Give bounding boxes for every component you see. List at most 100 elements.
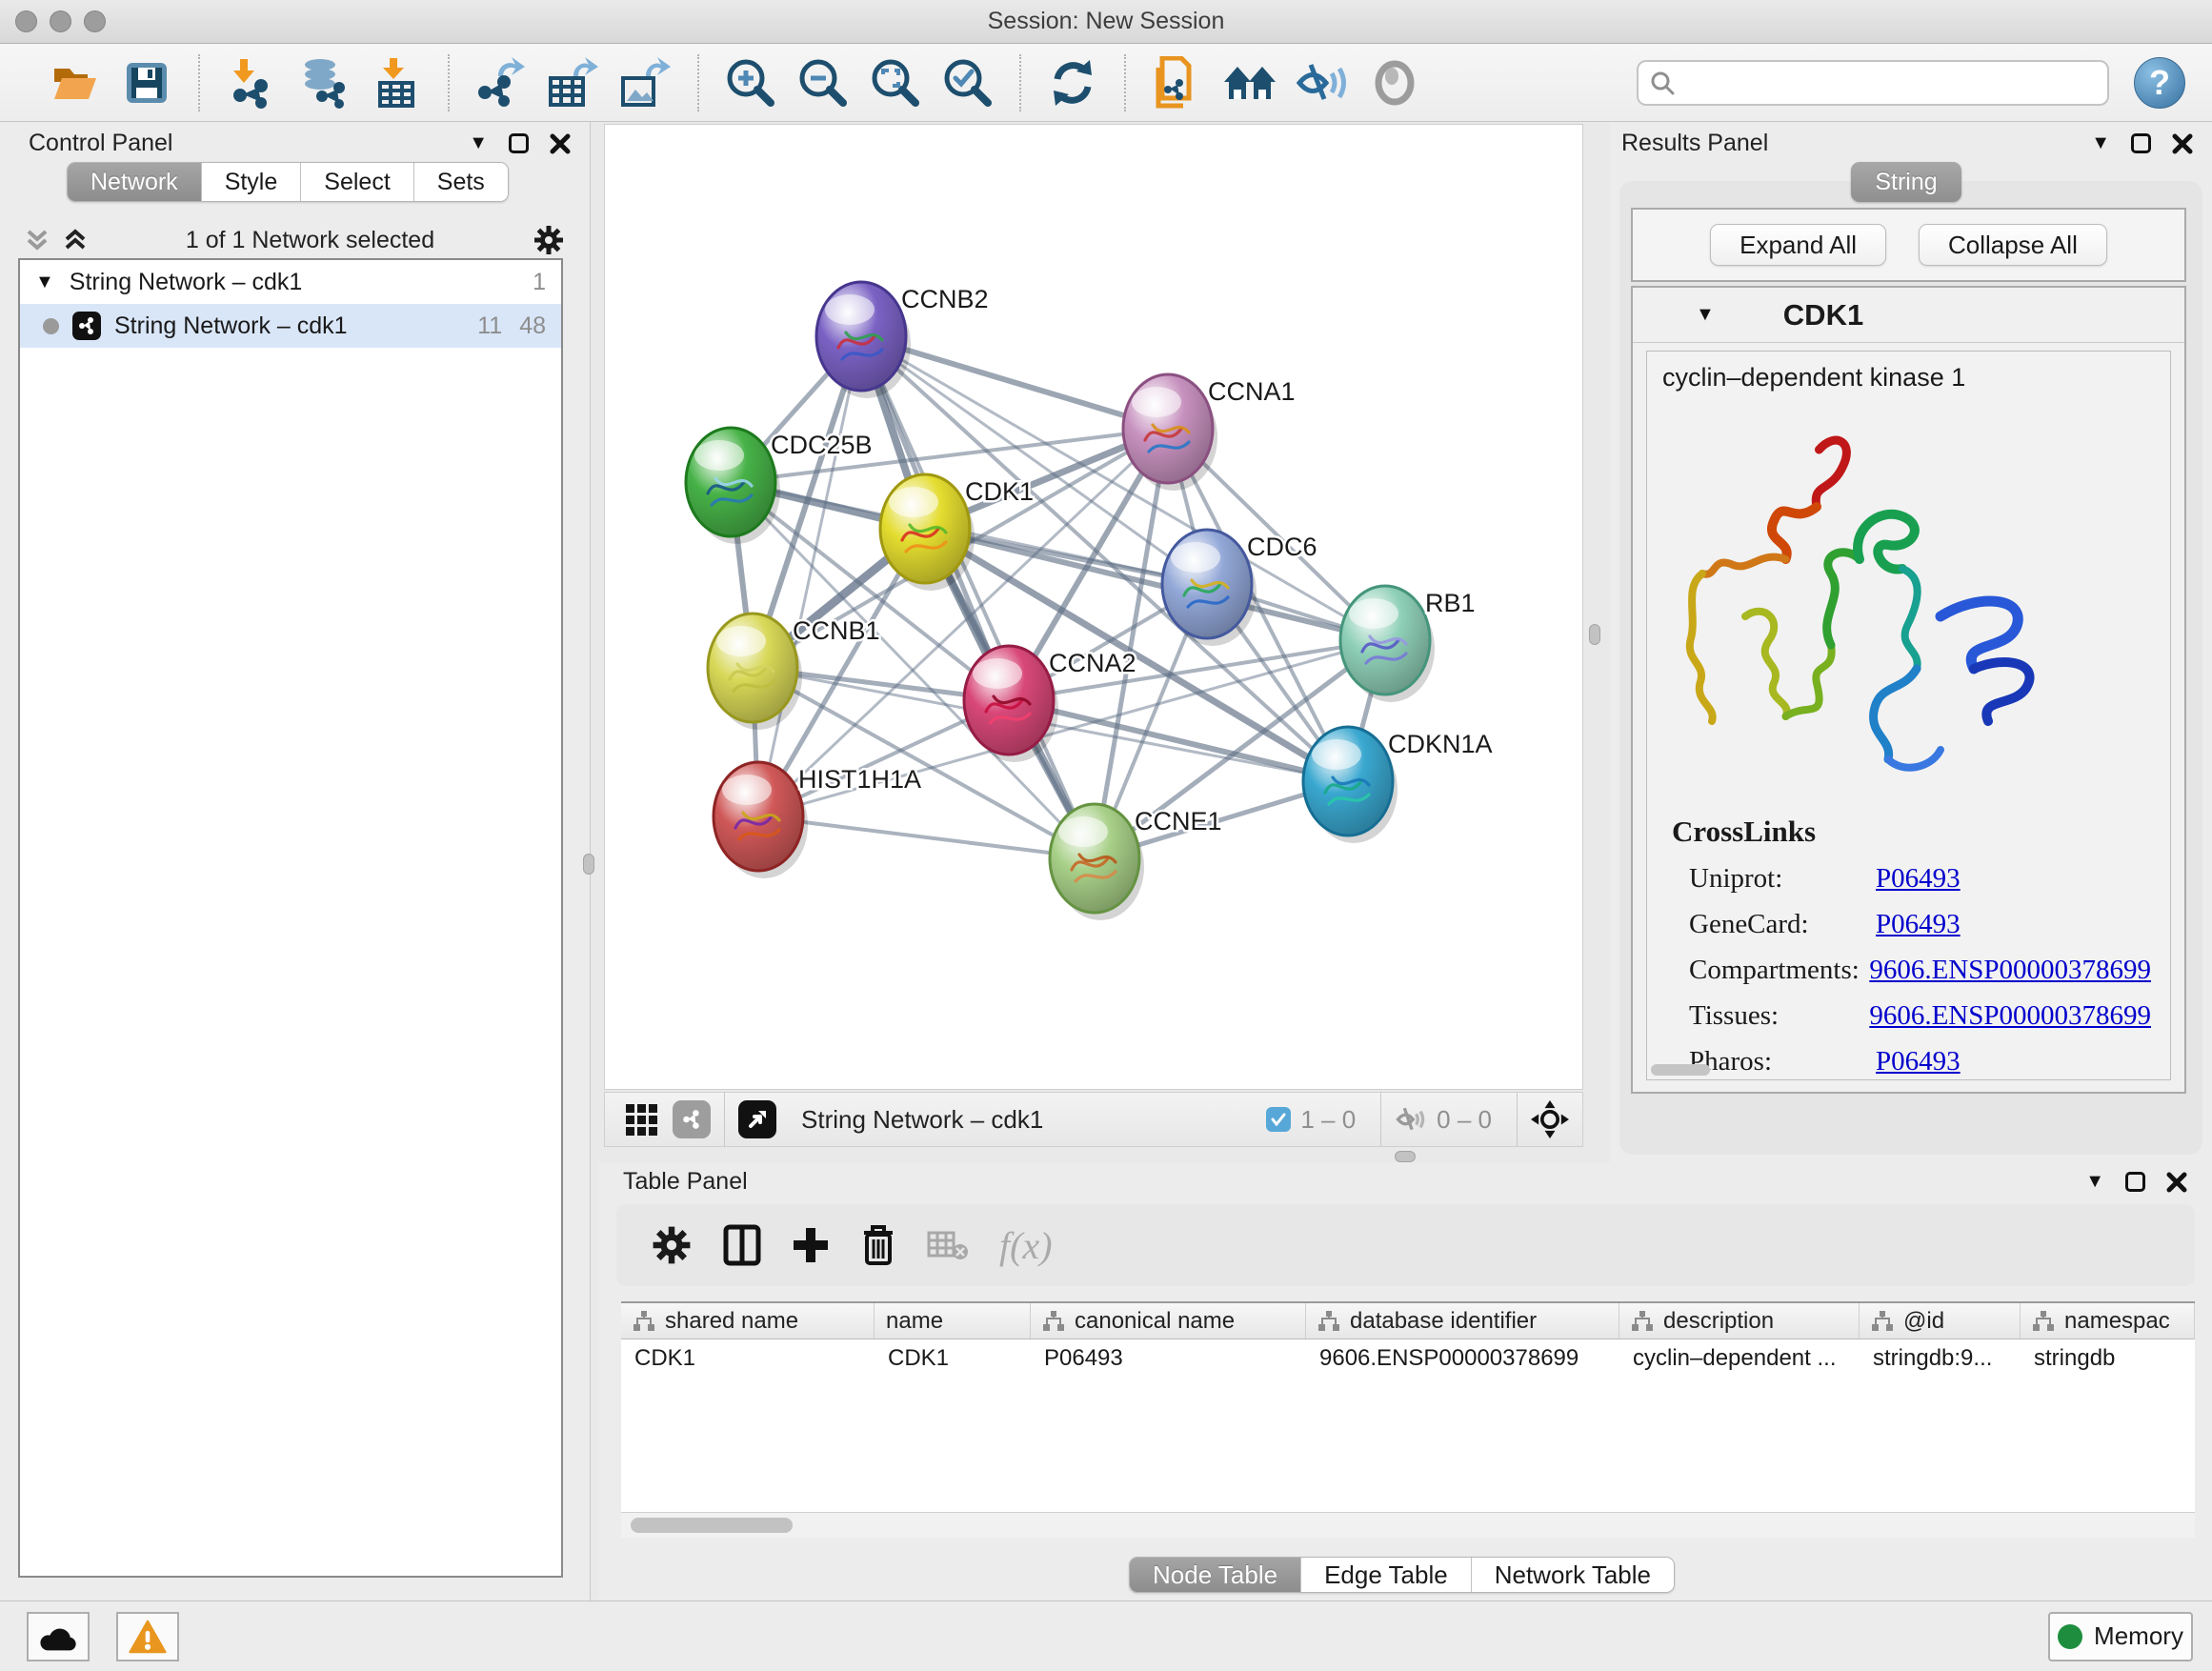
table-cell[interactable]: cyclin–dependent ... — [1619, 1345, 1860, 1372]
import-table-from-file-button[interactable] — [367, 53, 426, 112]
node-CCNA1[interactable]: CCNA1 — [1123, 374, 1296, 491]
collapse-panel-icon[interactable]: ▼ — [2091, 132, 2110, 154]
warnings-button[interactable] — [116, 1612, 179, 1661]
fit-content-button[interactable] — [866, 53, 925, 112]
add-column-icon[interactable] — [723, 1224, 761, 1266]
left-splitter-handle[interactable] — [583, 854, 594, 875]
refresh-view-button[interactable] — [1043, 53, 1102, 112]
node-CCNA2[interactable]: CCNA2 — [964, 646, 1136, 762]
zoom-out-button[interactable] — [794, 53, 853, 112]
column-header-shared-name[interactable]: shared name — [621, 1303, 875, 1339]
tab-select[interactable]: Select — [301, 163, 413, 201]
tab-string[interactable]: String — [1851, 162, 1961, 202]
export-network-button[interactable] — [472, 53, 531, 112]
node-RB1[interactable]: RB1 — [1340, 586, 1476, 702]
minimize-window-button[interactable] — [50, 10, 71, 32]
table-cell[interactable]: P06493 — [1031, 1345, 1306, 1372]
add-row-icon[interactable] — [792, 1224, 830, 1266]
tab-network[interactable]: Network — [68, 163, 202, 201]
delete-trash-icon[interactable] — [860, 1223, 896, 1267]
expand-all-button[interactable]: Expand All — [1710, 224, 1886, 266]
float-panel-icon[interactable] — [2125, 1172, 2145, 1192]
table-cell[interactable]: stringdb — [2021, 1345, 2195, 1372]
collapse-panel-icon[interactable]: ▼ — [469, 132, 488, 154]
close-window-button[interactable] — [15, 10, 37, 32]
open-session-button[interactable] — [45, 53, 104, 112]
table-cell[interactable]: CDK1 — [621, 1345, 875, 1372]
table-settings-gear-icon[interactable] — [651, 1224, 693, 1266]
column-header-name[interactable]: name — [875, 1303, 1031, 1339]
expand-all-tree-icon[interactable] — [25, 228, 50, 252]
edge-HIST1H1A-CCNE1[interactable] — [758, 816, 1095, 858]
selected-nodes-checkbox[interactable] — [1266, 1107, 1291, 1132]
collapse-all-button[interactable]: Collapse All — [1919, 224, 2107, 266]
tab-node-table[interactable]: Node Table — [1130, 1558, 1301, 1592]
zoom-window-button[interactable] — [84, 10, 106, 32]
fit-selected-crosshair-icon[interactable] — [1531, 1100, 1569, 1138]
tab-edge-table[interactable]: Edge Table — [1301, 1558, 1472, 1592]
horizontal-splitter-handle[interactable] — [1395, 1151, 1416, 1162]
zoom-selected-button[interactable] — [938, 53, 997, 112]
tab-sets[interactable]: Sets — [414, 163, 508, 201]
node-CCNE1[interactable]: CCNE1 — [1050, 804, 1222, 920]
table-cell[interactable]: CDK1 — [875, 1345, 1031, 1372]
column-header-description[interactable]: description — [1619, 1303, 1860, 1339]
table-horizontal-scrollbar[interactable] — [621, 1513, 2195, 1538]
collection-expander-icon[interactable]: ▼ — [35, 272, 54, 293]
gene-scrollbar-thumb[interactable] — [1651, 1064, 1710, 1076]
tab-style[interactable]: Style — [202, 163, 302, 201]
zoom-in-button[interactable] — [721, 53, 780, 112]
collapse-panel-icon[interactable]: ▼ — [2085, 1171, 2104, 1193]
memory-button[interactable]: Memory — [2048, 1612, 2193, 1661]
column-header-namespac[interactable]: namespac — [2021, 1303, 2195, 1339]
close-panel-icon[interactable] — [550, 133, 571, 154]
node-HIST1H1A[interactable]: HIST1H1A — [714, 762, 921, 878]
hide-graphics-details-button[interactable] — [1293, 53, 1352, 112]
cloud-status-button[interactable] — [27, 1612, 90, 1661]
float-panel-icon[interactable] — [509, 133, 529, 153]
table-row[interactable]: CDK1CDK1P064939606.ENSP00000378699cyclin… — [621, 1339, 2195, 1378]
show-graphics-button[interactable] — [1365, 53, 1424, 112]
node-CDK1[interactable]: CDK1 — [880, 474, 1034, 591]
crosslink-link[interactable]: P06493 — [1876, 863, 1961, 895]
export-image-button[interactable] — [616, 53, 675, 112]
scrollbar-thumb[interactable] — [631, 1518, 793, 1533]
tab-network-table[interactable]: Network Table — [1472, 1558, 1674, 1592]
hidden-eye-icon[interactable] — [1395, 1106, 1427, 1133]
string-network-graph[interactable]: CCNB2CCNA1CDC25BCDK1CDC6RB1CCNB1CCNA2CDK… — [605, 125, 1582, 1089]
help-button[interactable]: ? — [2134, 57, 2185, 109]
network-canvas[interactable]: CCNB2CCNA1CDC25BCDK1CDC6RB1CCNB1CCNA2CDK… — [604, 124, 1583, 1090]
gene-header[interactable]: ▼ CDK1 — [1633, 288, 2184, 343]
column-header-canonical-name[interactable]: canonical name — [1031, 1303, 1306, 1339]
gene-expander-icon[interactable]: ▼ — [1696, 304, 1715, 326]
export-table-button[interactable] — [544, 53, 603, 112]
network-options-gear-icon[interactable] — [533, 224, 565, 256]
crosslink-link[interactable]: 9606.ENSP00000378699 — [1869, 955, 2151, 986]
node-CCNB2[interactable]: CCNB2 — [816, 282, 989, 398]
birdseye-view-icon[interactable] — [738, 1100, 776, 1138]
float-panel-icon[interactable] — [2131, 133, 2151, 153]
table-cell[interactable]: stringdb:9... — [1860, 1345, 2021, 1372]
search-field[interactable] — [1637, 60, 2109, 106]
collapse-all-tree-icon[interactable] — [63, 228, 88, 252]
close-panel-icon[interactable] — [2172, 133, 2193, 154]
crosslink-link[interactable]: 9606.ENSP00000378699 — [1869, 1000, 2151, 1032]
import-network-from-file-button[interactable] — [222, 53, 281, 112]
node-CCNB1[interactable]: CCNB1 — [708, 614, 880, 730]
save-session-button[interactable] — [117, 53, 176, 112]
table-cell[interactable]: 9606.ENSP00000378699 — [1306, 1345, 1619, 1372]
import-network-from-database-button[interactable] — [294, 53, 353, 112]
column-header-database-identifier[interactable]: database identifier — [1306, 1303, 1619, 1339]
close-panel-icon[interactable] — [2166, 1172, 2187, 1193]
right-splitter-handle[interactable] — [1589, 624, 1600, 645]
grid-view-icon[interactable] — [626, 1104, 657, 1136]
crosslink-link[interactable]: P06493 — [1876, 1046, 1961, 1077]
open-session-documents-button[interactable] — [1148, 53, 1207, 112]
search-input[interactable] — [1684, 68, 2096, 97]
node-CDC25B[interactable]: CDC25B — [686, 428, 873, 544]
node-CDKN1A[interactable]: CDKN1A — [1303, 727, 1493, 843]
column-header-@id[interactable]: @id — [1860, 1303, 2021, 1339]
edge-CCNB2-HIST1H1A[interactable] — [758, 336, 861, 816]
network-share-icon[interactable] — [673, 1100, 711, 1138]
home-button[interactable] — [1220, 53, 1279, 112]
